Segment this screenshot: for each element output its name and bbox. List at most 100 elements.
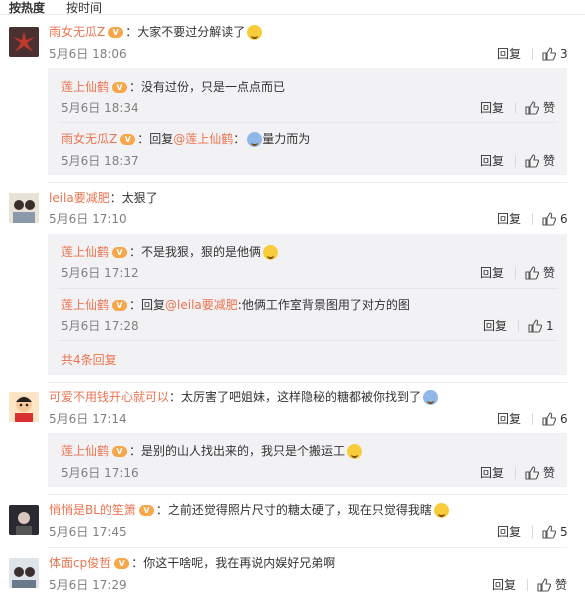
avatar[interactable] — [9, 27, 39, 57]
comment-date: 5月6日 18:06 — [49, 47, 127, 61]
sort-by-hot-tab[interactable]: 按热度 — [9, 0, 45, 16]
reply-button[interactable]: 回复 — [497, 524, 521, 540]
like-button[interactable]: 赞 — [525, 153, 555, 169]
thumbs-up-icon — [525, 101, 540, 115]
sweat-emoji-icon — [247, 132, 263, 147]
comment-date: 5月6日 17:10 — [49, 212, 127, 226]
divider — [532, 213, 533, 225]
mention-link[interactable]: @leila要减肥 — [165, 298, 238, 312]
reply-button[interactable]: 回复 — [480, 465, 504, 481]
doraemon-emoji-icon — [423, 390, 439, 405]
username-link[interactable]: 莲上仙鹤 — [61, 245, 109, 259]
vip-badge-icon: V — [120, 134, 136, 145]
view-all-replies-link[interactable]: 共4条回复 — [61, 351, 117, 368]
like-button[interactable]: 5 — [542, 524, 568, 540]
like-button[interactable]: 赞 — [525, 265, 555, 281]
username-link[interactable]: 雨女无瓜Z — [49, 25, 105, 39]
divider — [48, 494, 567, 495]
reply-button[interactable]: 回复 — [483, 318, 507, 334]
vip-badge-icon: V — [112, 446, 128, 457]
reply-date: 5月6日 17:12 — [61, 266, 139, 280]
username-link[interactable]: 雨女无瓜Z — [61, 132, 117, 146]
like-count: 5 — [560, 525, 568, 539]
avatar[interactable] — [9, 505, 39, 535]
mention-link[interactable]: @莲上仙鹤 — [173, 132, 233, 146]
comment-date: 5月6日 17:45 — [49, 525, 127, 539]
username-link[interactable]: leila要减肥 — [49, 191, 110, 205]
upside-down-emoji-icon — [433, 503, 449, 518]
thumbs-up-icon — [542, 212, 557, 226]
user-photo-icon — [9, 558, 39, 588]
reply-button[interactable]: 回复 — [480, 265, 504, 281]
reply-text: 莲上仙鹤 V ：回复@leila要减肥:他俩工作室背景图用了对方的图 — [61, 298, 410, 312]
thumbs-up-icon — [525, 466, 540, 480]
divider — [532, 526, 533, 538]
divider — [518, 320, 519, 332]
like-count: 6 — [560, 212, 568, 226]
reply-button[interactable]: 回复 — [480, 153, 504, 169]
username-link[interactable]: 悄悄是BL的笙箫 — [49, 503, 136, 517]
thumbs-up-icon — [525, 154, 540, 168]
reply-date: 5月6日 17:16 — [61, 466, 139, 480]
user-photo-icon — [9, 193, 39, 223]
like-button[interactable]: 赞 — [525, 100, 555, 116]
sort-bar: 按热度 按时间 — [0, 0, 585, 15]
comment-text: leila要减肥：太狠了 — [49, 191, 158, 205]
thumbs-up-icon — [542, 47, 557, 61]
worker-emoji-icon — [347, 444, 363, 459]
username-link[interactable]: 体面cp俊哲 — [49, 556, 111, 570]
vip-badge-icon: V — [138, 505, 154, 516]
comment-date: 5月6日 17:29 — [49, 578, 127, 592]
thinking-emoji-icon — [247, 25, 263, 40]
avatar[interactable] — [9, 193, 39, 223]
leaf-avatar-icon — [9, 27, 39, 57]
reply-button[interactable]: 回复 — [480, 100, 504, 116]
divider — [48, 547, 567, 548]
comment-text: 悄悄是BL的笙箫 V ：之前还觉得照片尺寸的糖太硬了，现在只觉得我瞎 — [49, 502, 449, 518]
divider — [515, 155, 516, 167]
like-count: 1 — [546, 319, 554, 333]
like-button[interactable]: 6 — [542, 211, 568, 227]
sort-by-time-tab[interactable]: 按时间 — [66, 0, 102, 16]
reply-date: 5月6日 17:28 — [61, 319, 139, 333]
thumbs-up-icon — [542, 412, 557, 426]
laughing-emoji-icon — [263, 245, 279, 260]
like-button[interactable]: 赞 — [525, 465, 555, 481]
reply-button[interactable]: 回复 — [497, 46, 521, 62]
thumbs-up-icon — [542, 525, 557, 539]
comment-text: 雨女无瓜Z V ：大家不要过分解读了 — [49, 24, 263, 40]
avatar[interactable] — [9, 392, 39, 422]
like-count: 赞 — [543, 101, 556, 115]
vip-badge-icon: V — [108, 27, 124, 38]
username-link[interactable]: 莲上仙鹤 — [61, 298, 109, 312]
cartoon-avatar-icon — [9, 392, 39, 422]
reply-button[interactable]: 回复 — [497, 211, 521, 227]
thumbs-up-icon — [525, 266, 540, 280]
comment-text: 可爱不用钱开心就可以：太厉害了吧姐妹，这样隐秘的糖都被你找到了 — [49, 389, 439, 405]
comment-date: 5月6日 17:14 — [49, 412, 127, 426]
reply-date: 5月6日 18:37 — [61, 154, 139, 168]
reply-button[interactable]: 回复 — [497, 411, 521, 427]
username-link[interactable]: 莲上仙鹤 — [61, 80, 109, 94]
avatar[interactable] — [9, 558, 39, 588]
user-photo-icon — [9, 505, 39, 535]
divider — [527, 579, 528, 591]
vip-badge-icon: V — [112, 300, 128, 311]
like-button[interactable]: 3 — [542, 46, 568, 62]
like-button[interactable]: 6 — [542, 411, 568, 427]
like-count: 赞 — [555, 578, 568, 592]
like-button[interactable]: 1 — [528, 318, 554, 334]
reply-button[interactable]: 回复 — [492, 577, 516, 593]
thumbs-up-icon — [528, 319, 543, 333]
like-count: 3 — [560, 47, 568, 61]
like-button[interactable]: 赞 — [537, 577, 567, 593]
divider — [532, 413, 533, 425]
comment-text: 体面cp俊哲 V ：你这干啥呢，我在再说内娱好兄弟啊 — [49, 556, 336, 570]
like-count: 6 — [560, 412, 568, 426]
username-link[interactable]: 莲上仙鹤 — [61, 444, 109, 458]
vip-badge-icon: V — [112, 82, 128, 93]
divider — [532, 48, 533, 60]
like-count: 赞 — [543, 466, 556, 480]
username-link[interactable]: 可爱不用钱开心就可以 — [49, 390, 169, 404]
reply-text: 莲上仙鹤 V ：不是我狠，狠的是他俩 — [61, 244, 279, 260]
